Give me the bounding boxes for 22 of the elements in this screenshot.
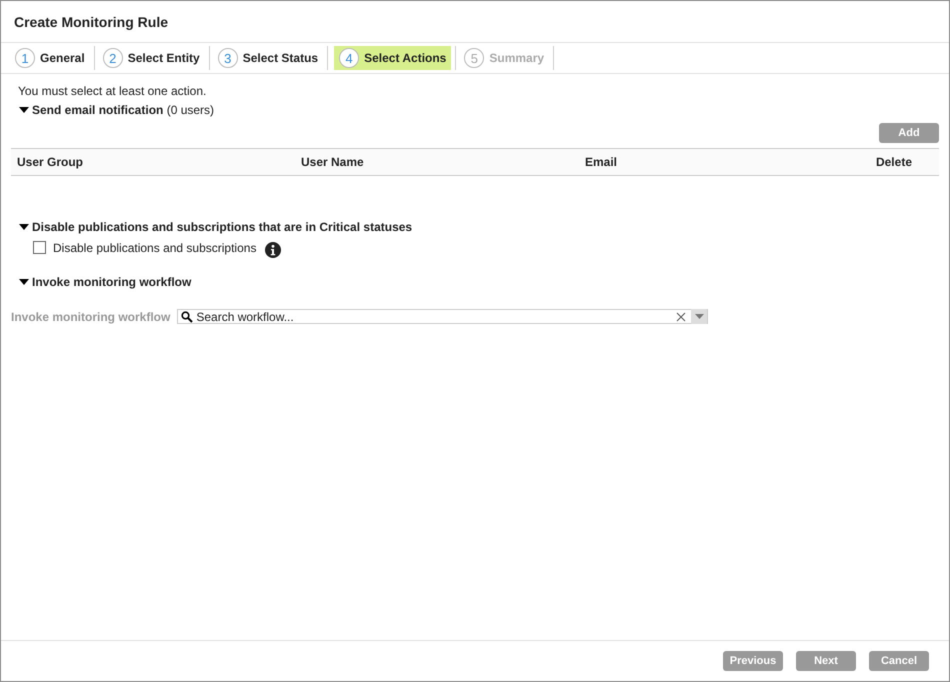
- caret-icon: [694, 314, 704, 319]
- clear-icon[interactable]: [676, 312, 686, 322]
- column-header: User Name: [300, 155, 365, 169]
- checkbox[interactable]: [33, 241, 46, 254]
- info-icon[interactable]: [265, 242, 282, 258]
- wizard-step-tab[interactable]: 4 Select Actions: [334, 46, 452, 70]
- section-toggle[interactable]: Send email notification (0 users): [11, 103, 939, 117]
- section-toggle[interactable]: Invoke monitoring workflow: [11, 275, 939, 289]
- section-toggle[interactable]: Disable publications and subscriptions that are in Critical statuses: [11, 220, 939, 234]
- window-title: Create Monitoring Rule: [1, 1, 949, 43]
- column-header: Email: [584, 155, 618, 169]
- validation-message: You must select at least one action.: [17, 84, 208, 98]
- search-icon: [181, 310, 194, 322]
- wizard-step-tab[interactable]: 1 General: [13, 46, 90, 70]
- wizard-step-tab[interactable]: 3 Select Status: [216, 46, 324, 70]
- column-header: Delete: [874, 155, 913, 169]
- field-label: Invoke monitoring workflow: [11, 310, 170, 324]
- checkbox-label: Disable publications and subscriptions: [53, 240, 256, 254]
- workflow-combo-box[interactable]: Search workflow...: [177, 309, 708, 324]
- dropdown-button[interactable]: [691, 309, 708, 324]
- wizard-step-tab[interactable]: 2 Select Entity: [100, 46, 205, 70]
- column-header: User Group: [16, 155, 84, 169]
